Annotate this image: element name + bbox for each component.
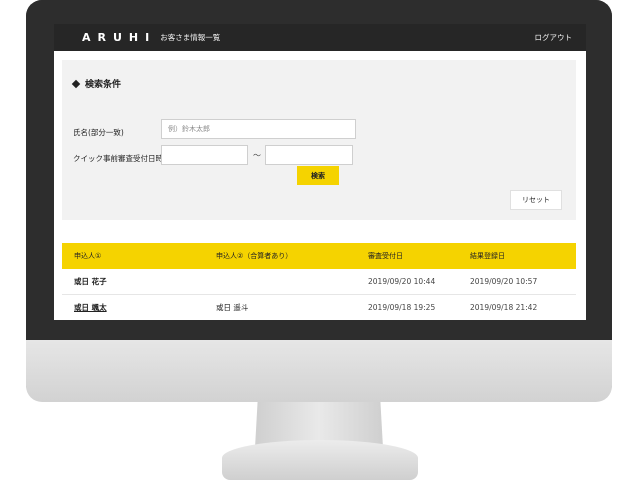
app-screen: ARUHI お客さま情報一覧 ログアウト 検索条件 氏名(部分一致) 例）鈴木太…: [54, 24, 586, 320]
date-from-input[interactable]: [161, 145, 248, 165]
column-header-result[interactable]: 結果登録日: [470, 251, 572, 261]
received-date: 2019/09/18 19:25: [368, 303, 436, 312]
applicant1-name: 或日 花子: [74, 277, 107, 286]
reset-button-label: リセット: [522, 196, 550, 204]
reset-button[interactable]: リセット: [510, 190, 562, 210]
search-panel: 検索条件 氏名(部分一致) 例）鈴木太郎 クイック事前審査受付日時 〜 検索 リ…: [62, 60, 576, 220]
aruhi-logo: ARUHI: [82, 31, 156, 44]
name-field-label: 氏名(部分一致): [73, 128, 124, 137]
table-row[interactable]: 或日 花子 2019/09/20 10:44 2019/09/20 10:57: [62, 269, 576, 295]
page-title: お客さま情報一覧: [160, 33, 221, 42]
name-search-input[interactable]: 例）鈴木太郎: [161, 119, 356, 139]
search-section-title-text: 検索条件: [85, 80, 122, 90]
search-button[interactable]: 検索: [297, 166, 339, 185]
diamond-bullet-icon: [71, 79, 81, 88]
search-section-title: 検索条件: [71, 77, 122, 90]
applicant1-name-link[interactable]: 或日 颯太: [62, 302, 216, 313]
table-row[interactable]: 或日 颯太 或日 遥斗 2019/09/18 19:25 2019/09/18 …: [62, 295, 576, 320]
date-to-input[interactable]: [265, 145, 353, 165]
date-field-label: クイック事前審査受付日時: [73, 154, 163, 163]
results-table: 申込人① 申込人②（合算者あり） 審査受付日 結果登録日 或日 花子 2019/…: [62, 243, 576, 320]
column-header-applicant2[interactable]: 申込人②（合算者あり）: [216, 251, 368, 261]
column-header-applicant1[interactable]: 申込人①: [62, 251, 216, 261]
applicant2-name: 或日 遥斗: [216, 303, 249, 312]
name-search-placeholder: 例）鈴木太郎: [168, 125, 210, 133]
monitor-stand-base: [222, 440, 418, 480]
date-range-separator: 〜: [253, 151, 261, 160]
app-header: ARUHI お客さま情報一覧 ログアウト: [54, 24, 586, 51]
search-button-label: 検索: [311, 171, 325, 180]
logo-text: ARUHI: [82, 31, 157, 44]
logout-link[interactable]: ログアウト: [535, 32, 573, 43]
column-header-received[interactable]: 審査受付日: [368, 251, 470, 261]
result-date: 2019/09/20 10:57: [470, 277, 538, 286]
monitor-chin: [26, 340, 612, 402]
received-date: 2019/09/20 10:44: [368, 277, 436, 286]
table-header-row: 申込人① 申込人②（合算者あり） 審査受付日 結果登録日: [62, 243, 576, 269]
result-date: 2019/09/18 21:42: [470, 303, 538, 312]
